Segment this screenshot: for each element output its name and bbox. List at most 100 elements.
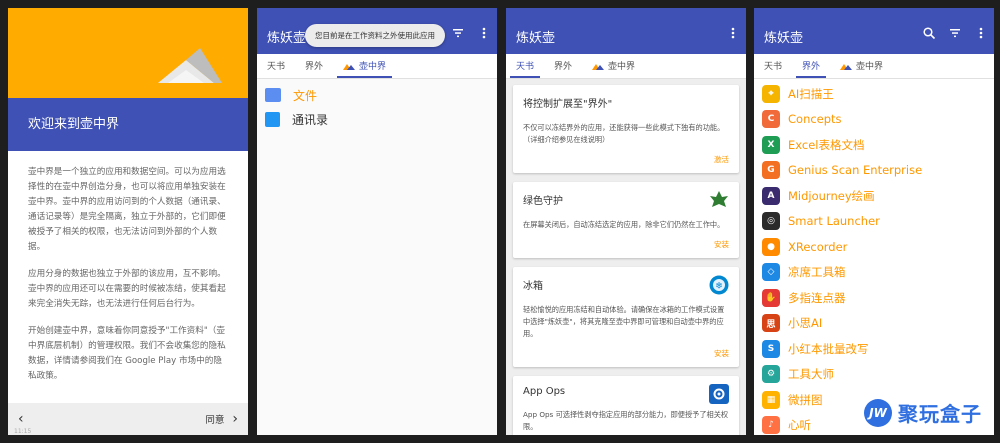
app-icon: G (762, 161, 780, 180)
app-icon: ● (762, 237, 780, 256)
chevron-right-icon: › (232, 411, 238, 427)
feature-card: 将控制扩展至"界外" 不仅可以冻结界外的应用，还能获得一些此模式下独有的功能。（… (513, 85, 739, 173)
app-icon: ♪ (762, 416, 780, 435)
app-name: Concepts (788, 112, 842, 127)
status-bar (754, 8, 994, 16)
card-title: App Ops (523, 386, 566, 397)
app-name: 小思AI (788, 316, 823, 331)
app-name: Genius Scan Enterprise (788, 163, 923, 178)
app-name: 微拼图 (788, 392, 823, 407)
app-icon: ▦ (762, 390, 780, 409)
app-list-item[interactable]: G Genius Scan Enterprise (754, 158, 994, 184)
tab-tianshu[interactable]: 天书 (257, 59, 295, 78)
feature-card: ❄ 冰箱 轻松愉悦的应用冻结和自动体验。请确保在冰箱的工作模式设置中选择"炼妖壶… (513, 267, 739, 367)
mountain-icon (592, 63, 605, 70)
tab-tianshu[interactable]: 天书 (754, 59, 792, 78)
app-list-item[interactable]: C Concepts (754, 107, 994, 133)
overflow-menu-icon[interactable] (477, 26, 491, 40)
item-label: 文件 (293, 88, 318, 103)
app-bar: 炼妖壶 (506, 16, 746, 54)
list-item[interactable]: 通讯录 (257, 107, 497, 131)
tab-bar: 天书 界外 壶中界 (754, 54, 994, 79)
app-list-item[interactable]: ◇ 凉席工具箱 (754, 260, 994, 286)
app-list-item[interactable]: A Midjourney绘画 (754, 183, 994, 209)
watermark: JW 聚玩盒子 (864, 398, 982, 427)
toast-message: 您目前是在工作资料之外使用此应用 (305, 24, 445, 47)
app-list-item[interactable]: ✋ 多指连点器 (754, 285, 994, 311)
svg-text:❄: ❄ (715, 282, 723, 292)
app-icon: ⚙ (762, 365, 780, 384)
app-list: 文件 通讯录 (257, 79, 497, 435)
feature-card: App Ops App Ops 可选择性剥夺指定应用的部分能力，即便授予了相关权… (513, 376, 739, 435)
app-icon: ✋ (762, 288, 780, 307)
jiewai-screen: 炼妖壶 天书 界外 壶中界 ⌖ AI扫描王 C Concepts X Excel表格文档 G… (754, 8, 994, 435)
intro-paragraph: 开始创建壶中界，意味着你同意授予"工作资料"（壶中界底层机制）的管理权限。我们不… (28, 326, 226, 381)
app-icon: ⌖ (762, 84, 780, 103)
status-time: 11:15 (14, 428, 32, 435)
tab-jiewai[interactable]: 界外 (544, 59, 582, 78)
card-description: 轻松愉悦的应用冻结和自动体验。请确保在冰箱的工作模式设置中选择"炼妖壶"，将其克… (523, 305, 725, 338)
contacts-icon (265, 111, 280, 127)
gear-icon (709, 384, 729, 404)
mountain-illustration (158, 48, 222, 83)
welcome-title: 欢迎来到壶中界 (8, 98, 248, 151)
app-name: Smart Launcher (788, 214, 880, 229)
tab-jiewai[interactable]: 界外 (792, 59, 830, 78)
search-icon[interactable] (922, 26, 936, 40)
card-action-button[interactable]: 激活 (523, 154, 729, 165)
app-icon: 思 (762, 314, 780, 333)
tab-huzhongjie[interactable]: 壶中界 (582, 59, 645, 78)
app-icon: S (762, 339, 780, 358)
mountain-icon (343, 63, 356, 70)
overflow-menu-icon[interactable] (974, 26, 988, 40)
app-icon: ◎ (762, 212, 780, 231)
agree-button[interactable]: 同意 › (205, 411, 238, 427)
filter-icon[interactable] (948, 26, 962, 40)
app-list-item[interactable]: X Excel表格文档 (754, 132, 994, 158)
app-list-item[interactable]: 思小思AI (754, 311, 994, 337)
app-name: AI扫描王 (788, 86, 834, 101)
tab-tianshu[interactable]: 天书 (506, 59, 544, 78)
card-title: 冰箱 (523, 281, 543, 292)
tab-label: 壶中界 (856, 62, 884, 72)
fridge-icon: ❄ (709, 275, 729, 295)
tab-label: 壶中界 (359, 62, 387, 72)
intro-paragraph: 应用分身的数据也独立于外部的该应用，互不影响。壶中界的应用还可以在需要的时候被冻… (28, 269, 226, 309)
card-title: 绿色守护 (523, 196, 563, 207)
card-action-button[interactable]: 安装 (523, 239, 729, 250)
app-list-item[interactable]: ⌖ AI扫描王 (754, 81, 994, 107)
chevron-left-icon[interactable]: ‹ (18, 411, 24, 427)
feature-card: 绿色守护 在屏幕关闭后，自动冻结选定的应用，除非它们仍然在工作中。 安装 (513, 182, 739, 258)
app-list: ⌖ AI扫描王 C Concepts X Excel表格文档 G Genius Scan En… (754, 79, 994, 435)
filter-icon[interactable] (451, 26, 465, 40)
tab-label: 壶中界 (608, 62, 636, 72)
intro-paragraph: 壶中界是一个独立的应用和数据空间。可以为应用选择性的在壶中界创造分身，也可以将应… (28, 167, 226, 252)
app-icon: C (762, 110, 780, 129)
tab-bar: 天书 界外 壶中界 (257, 54, 497, 79)
onboarding-screen: 欢迎来到壶中界 壶中界是一个独立的应用和数据空间。可以为应用选择性的在壶中界创造… (8, 8, 248, 435)
card-action-button[interactable]: 安装 (523, 348, 729, 359)
app-title: 炼妖壶 (516, 31, 556, 46)
card-list: 将控制扩展至"界外" 不仅可以冻结界外的应用，还能获得一些此模式下独有的功能。（… (506, 79, 746, 435)
leaf-icon (710, 191, 728, 207)
card-description: 在屏幕关闭后，自动冻结选定的应用，除非它们仍然在工作中。 (523, 220, 725, 229)
app-title: 炼妖壶 (267, 31, 307, 46)
tab-jiewai[interactable]: 界外 (295, 59, 333, 78)
app-list-item[interactable]: ⚙ 工具大师 (754, 362, 994, 388)
app-list-item[interactable]: S 小红本批量改写 (754, 336, 994, 362)
tab-huzhongjie[interactable]: 壶中界 (333, 59, 396, 78)
list-item[interactable]: 文件 (257, 83, 497, 107)
card-title: 将控制扩展至"界外" (523, 99, 613, 110)
watermark-logo: JW (864, 398, 892, 427)
tab-huzhongjie[interactable]: 壶中界 (830, 59, 893, 78)
app-name: Excel表格文档 (788, 137, 865, 152)
app-list-item[interactable]: ◎ Smart Launcher (754, 209, 994, 235)
app-list-item[interactable]: ● XRecorder (754, 234, 994, 260)
intro-text: 壶中界是一个独立的应用和数据空间。可以为应用选择性的在壶中界创造分身，也可以将应… (8, 151, 248, 384)
hero-banner (8, 8, 248, 98)
app-bar-actions (451, 26, 491, 40)
app-icon: A (762, 186, 780, 205)
card-description: 不仅可以冻结界外的应用，还能获得一些此模式下独有的功能。（详细介绍参见在线说明） (523, 123, 725, 144)
app-name: 凉席工具箱 (788, 265, 846, 280)
overflow-menu-icon[interactable] (726, 26, 740, 40)
